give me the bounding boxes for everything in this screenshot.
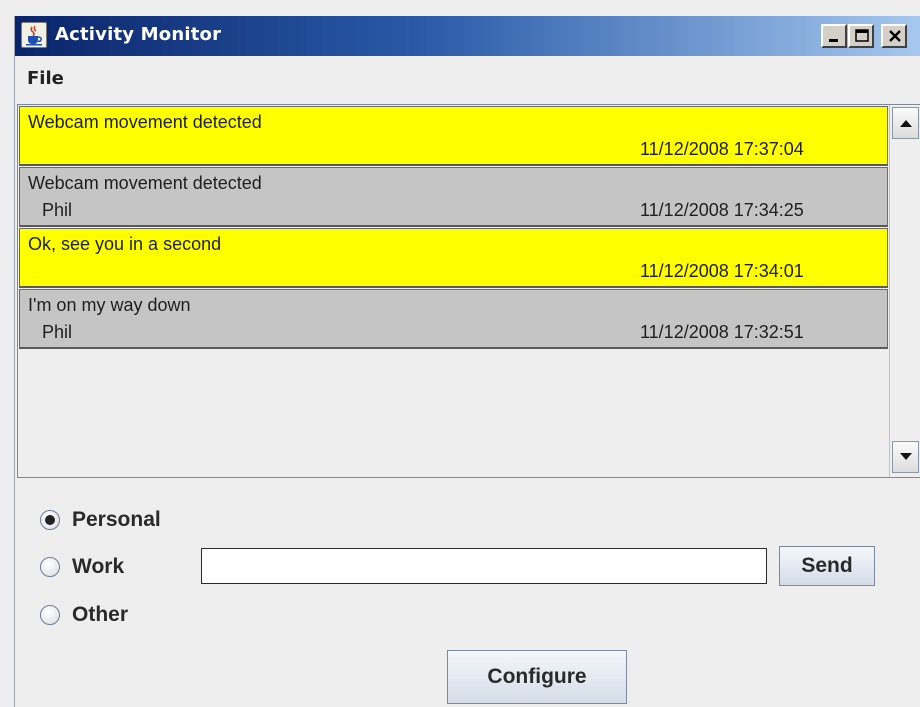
- arrow-down-icon: [900, 453, 912, 460]
- radio-label-other: Other: [72, 603, 129, 626]
- radio-button[interactable]: [40, 605, 60, 625]
- minimize-button[interactable]: [821, 24, 847, 48]
- title-bar[interactable]: Activity Monitor: [15, 16, 920, 56]
- message-text: I'm on my way down: [28, 295, 191, 315]
- message-text: Webcam movement detected: [28, 112, 262, 132]
- close-button[interactable]: [881, 24, 907, 48]
- message-text: Ok, see you in a second: [28, 234, 222, 254]
- radio-label-personal: Personal: [72, 508, 161, 531]
- message-timestamp: 11/12/2008 17:32:51: [640, 322, 804, 342]
- messages-list[interactable]: Webcam movement detected 11/12/2008 17:3…: [17, 104, 920, 478]
- message-timestamp: 11/12/2008 17:34:01: [640, 261, 804, 281]
- window-title: Activity Monitor: [55, 24, 222, 45]
- radio-label-work: Work: [72, 555, 125, 578]
- close-icon: [889, 30, 901, 42]
- message-item[interactable]: Ok, see you in a second 11/12/2008 17:34…: [19, 228, 888, 288]
- message-input[interactable]: [201, 548, 767, 584]
- send-button[interactable]: Send: [779, 546, 875, 586]
- radio-other[interactable]: Other: [40, 600, 128, 630]
- minimize-icon: [829, 39, 838, 42]
- radio-personal[interactable]: Personal: [40, 505, 161, 535]
- message-timestamp: 11/12/2008 17:34:25: [640, 200, 804, 220]
- message-timestamp: 11/12/2008 17:37:04: [640, 139, 804, 159]
- radio-dot-icon: [45, 515, 55, 525]
- message-item[interactable]: Webcam movement detected 11/12/2008 17:3…: [19, 106, 888, 166]
- configure-button[interactable]: Configure: [447, 650, 627, 704]
- radio-work[interactable]: Work: [40, 552, 124, 582]
- maximize-button[interactable]: [848, 24, 874, 48]
- java-cup-icon[interactable]: [21, 22, 47, 48]
- scroll-up-button[interactable]: [892, 107, 919, 139]
- message-sender: Phil: [42, 322, 73, 342]
- activity-monitor-window: Activity Monitor File Webcam movement de…: [14, 16, 920, 707]
- message-sender: Phil: [42, 200, 73, 220]
- radio-button[interactable]: [40, 557, 60, 577]
- message-item[interactable]: Webcam movement detected Phil 11/12/2008…: [19, 167, 888, 227]
- maximize-icon: [855, 29, 869, 42]
- message-text: Webcam movement detected: [28, 173, 262, 193]
- radio-button-selected[interactable]: [40, 510, 60, 530]
- message-item[interactable]: I'm on my way down Phil 11/12/2008 17:32…: [19, 289, 888, 349]
- arrow-up-icon: [900, 120, 912, 127]
- vertical-scrollbar[interactable]: [889, 105, 920, 477]
- menu-bar: File: [15, 56, 920, 104]
- scroll-down-button[interactable]: [892, 441, 919, 473]
- menu-file[interactable]: File: [27, 68, 64, 89]
